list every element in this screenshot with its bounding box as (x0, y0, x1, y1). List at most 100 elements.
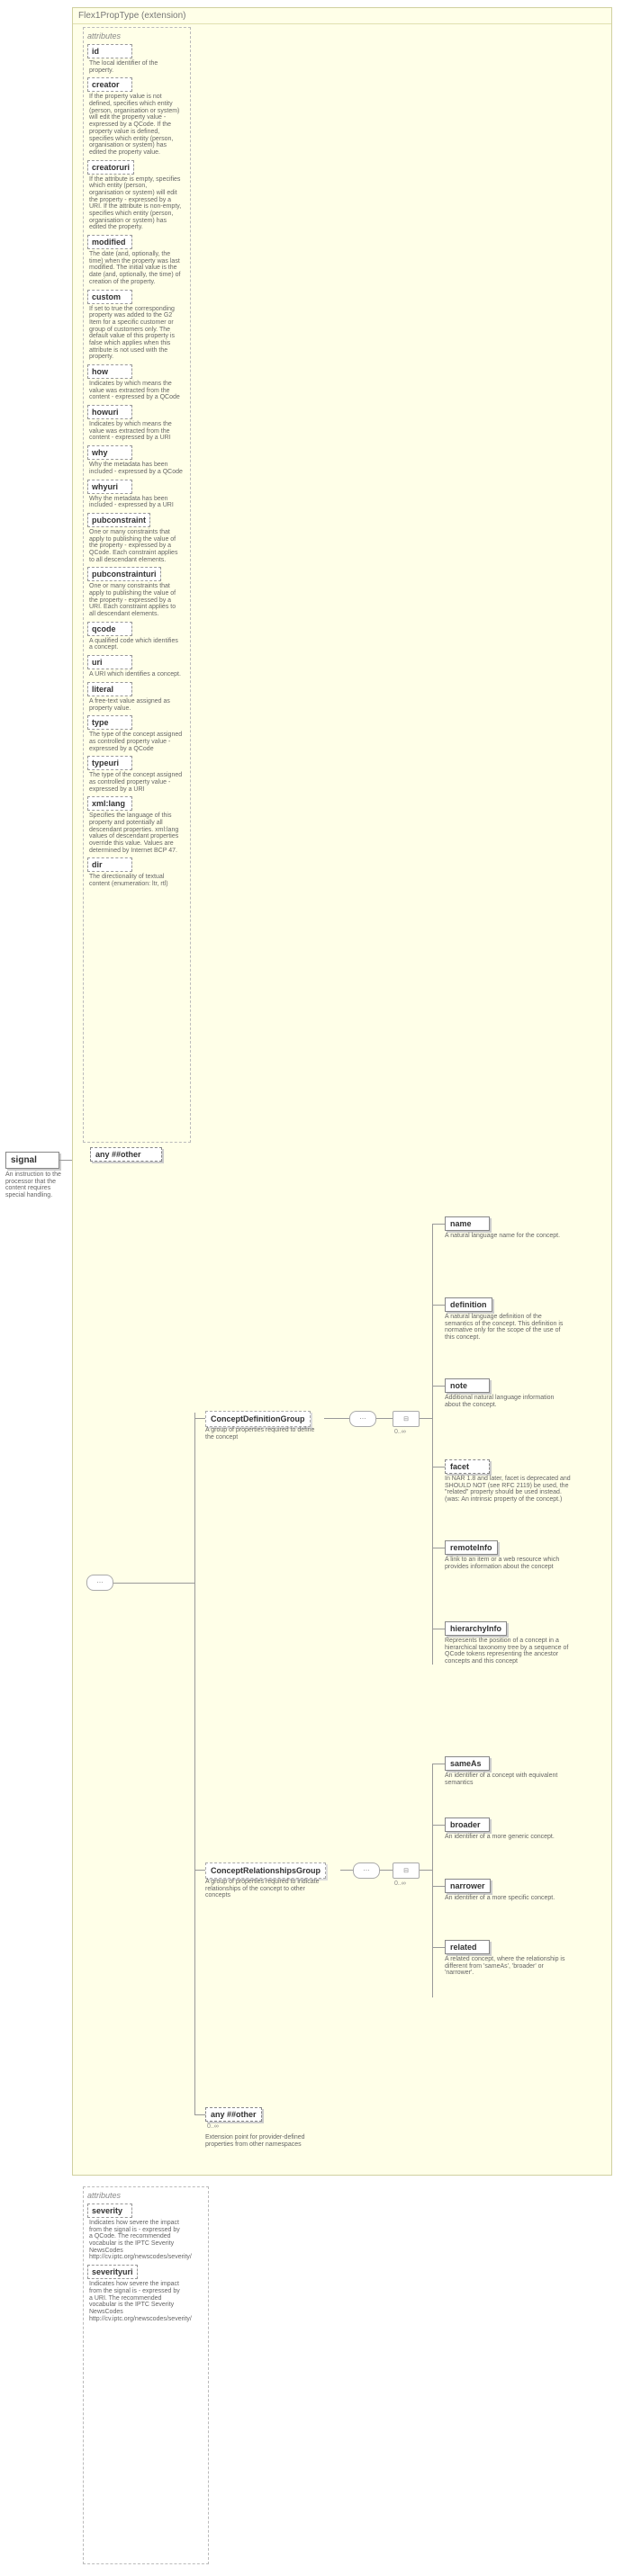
attribute-desc: The directionality of textual content (e… (87, 873, 185, 888)
attributes-container-lower: attributes severityIndicates how severe … (83, 2186, 209, 2564)
element-sameas: sameAs (445, 1756, 490, 1771)
attribute-name: modified (87, 235, 132, 249)
element-desc: A natural language definition of the sem… (445, 1314, 571, 1342)
connector-line (432, 1224, 445, 1225)
connector-line (194, 1413, 195, 2114)
sequence-icon: ⋯ (353, 1862, 380, 1879)
attribute-name: typeuri (87, 756, 132, 770)
attribute-desc: The type of the concept assigned as cont… (87, 731, 185, 753)
attribute-desc: If the attribute is empty, specifies whi… (87, 175, 185, 233)
element-desc: Additional natural language information … (445, 1395, 571, 1408)
attribute-item: creatoruriIf the attribute is empty, spe… (87, 160, 186, 233)
element-desc: Represents the position of a concept in … (445, 1638, 571, 1665)
connector-line (376, 1418, 393, 1419)
diagram-canvas: signal An instruction to the processor t… (0, 0, 623, 2576)
connector-line (324, 1418, 349, 1419)
attribute-name: whyuri (87, 480, 132, 494)
concept-definition-group-desc: A group of properties required to define… (205, 1427, 322, 1441)
any-other-element: any ##other (205, 2107, 262, 2122)
attribute-desc: A URI which identifies a concept. (87, 670, 185, 679)
root-element-desc: An instruction to the processor that the… (5, 1171, 68, 1199)
connector-line (194, 1418, 205, 1419)
connector-line (420, 1418, 432, 1419)
sequence-icon: ⋯ (86, 1575, 113, 1591)
attribute-item: creatorIf the property value is not defi… (87, 77, 186, 157)
attribute-item: xml:langSpecifies the language of this p… (87, 796, 186, 855)
attribute-name: pubconstraint (87, 513, 150, 527)
attribute-item: pubconstraintOne or many constraints tha… (87, 513, 186, 564)
attribute-name: severity (87, 2204, 132, 2218)
attribute-desc: Why the metadata has been included - exp… (87, 495, 185, 510)
connector-line (432, 1764, 433, 1997)
element-hierarchyinfo: hierarchyInfo (445, 1621, 507, 1636)
occurrence-label: 0..∞ (394, 1880, 406, 1887)
attribute-desc: Specifies the language of this property … (87, 812, 185, 855)
attribute-name: why (87, 445, 132, 460)
attribute-item: whyWhy the metadata has been included - … (87, 445, 186, 476)
attribute-name: type (87, 715, 132, 730)
attribute-name: creator (87, 77, 132, 92)
attribute-item: modifiedThe date (and, optionally, the t… (87, 235, 186, 286)
attribute-item: typeuriThe type of the concept assigned … (87, 756, 186, 794)
attribute-item: whyuriWhy the metadata has been included… (87, 480, 186, 510)
any-other-attr: any ##other (90, 1147, 162, 1162)
attribute-desc: Indicates how severe the impact from the… (87, 2219, 185, 2262)
connector-line (113, 1583, 194, 1584)
concept-relationships-group: ConceptRelationshipsGroup (205, 1862, 326, 1879)
any-other-desc: Extension point for provider-defined pro… (205, 2134, 331, 2148)
attribute-item: uriA URI which identifies a concept. (87, 655, 186, 679)
attribute-name: uri (87, 655, 132, 669)
attribute-item: pubconstrainturiOne or many constraints … (87, 567, 186, 618)
attribute-desc: Indicates how severe the impact from the… (87, 2280, 185, 2323)
attribute-name: literal (87, 682, 132, 696)
attribute-item: idThe local identifier of the property. (87, 44, 186, 75)
element-narrower: narrower (445, 1879, 491, 1893)
connector-line (432, 1224, 433, 1665)
attribute-name: creatoruri (87, 160, 134, 175)
element-desc: An identifier of a more generic concept. (445, 1834, 571, 1841)
attribute-item: howIndicates by which means the value wa… (87, 364, 186, 402)
choice-icon: ⊟ (393, 1411, 420, 1427)
connector-line (59, 1160, 72, 1161)
attribute-desc: Indicates by which means the value was e… (87, 380, 185, 402)
attribute-item: qcodeA qualified code which identifies a… (87, 622, 186, 652)
element-desc: A link to an item or a web resource whic… (445, 1557, 571, 1570)
connector-line (194, 1870, 205, 1871)
attribute-name: qcode (87, 622, 132, 636)
attribute-desc: The type of the concept assigned as cont… (87, 771, 185, 794)
connector-line (432, 1825, 445, 1826)
attribute-name: custom (87, 290, 132, 304)
attributes-header: attributes (87, 31, 186, 40)
attribute-name: xml:lang (87, 796, 132, 811)
element-desc: A natural language name for the concept. (445, 1233, 571, 1240)
element-definition: definition (445, 1297, 492, 1312)
attribute-desc: Indicates by which means the value was e… (87, 420, 185, 443)
attribute-name: how (87, 364, 132, 379)
attributes-container: attributes idThe local identifier of the… (83, 27, 191, 1143)
attribute-name: howuri (87, 405, 132, 419)
connector-line (432, 1386, 445, 1387)
element-related: related (445, 1940, 490, 1954)
attribute-desc: If set to true the corresponding propert… (87, 305, 185, 363)
occurrence-label: 0..∞ (394, 1429, 406, 1435)
sequence-icon: ⋯ (349, 1411, 376, 1427)
element-desc: A related concept, where the relationshi… (445, 1956, 571, 1977)
root-element: signal An instruction to the processor t… (5, 1152, 59, 1199)
attribute-desc: The local identifier of the property. (87, 59, 185, 75)
concept-relationships-group-desc: A group of properties required to indica… (205, 1879, 322, 1899)
connector-line (194, 2114, 205, 2115)
connector-line (432, 1467, 445, 1468)
root-element-name: signal (5, 1152, 59, 1169)
element-broader: broader (445, 1818, 490, 1832)
element-note: note (445, 1378, 490, 1393)
element-desc: In NAR 1.8 and later, facet is deprecate… (445, 1476, 571, 1503)
attribute-desc: A free-text value assigned as property v… (87, 697, 185, 713)
element-desc: An identifier of a more specific concept… (445, 1895, 571, 1902)
connector-line (432, 1947, 445, 1948)
attribute-desc: The date (and, optionally, the time) whe… (87, 250, 185, 286)
attribute-name: severityuri (87, 2265, 138, 2279)
attributes-header-lower: attributes (87, 2191, 204, 2200)
attribute-desc: One or many constraints that apply to pu… (87, 528, 185, 564)
attribute-item: severityuriIndicates how severe the impa… (87, 2265, 204, 2323)
attribute-item: howuriIndicates by which means the value… (87, 405, 186, 443)
